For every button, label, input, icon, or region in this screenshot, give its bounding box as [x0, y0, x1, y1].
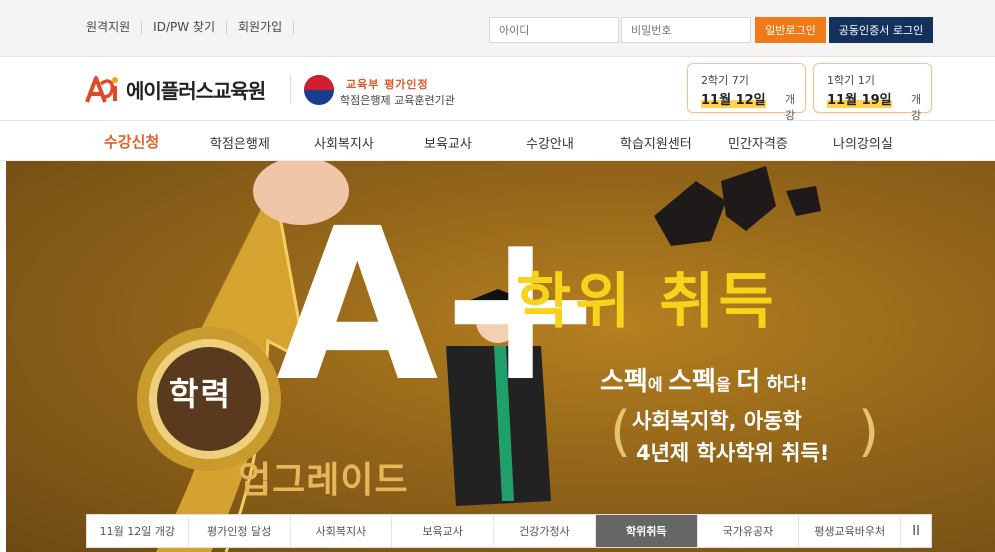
spec-word-3: 더 — [736, 367, 761, 397]
degree-line-1: 사회복지학, 아동학 — [632, 409, 802, 433]
remote-support-link[interactable]: 원격지원 — [86, 21, 143, 34]
flying-graduates — [654, 166, 821, 246]
logo-text: 에이플러스교육원 — [126, 78, 266, 103]
upgrade-text: 업그레이드 — [238, 460, 409, 501]
laurel-left-icon: ( — [610, 400, 632, 463]
semester-date: 11월 19일 — [827, 89, 892, 108]
spec-particle-2: 을 — [715, 375, 737, 394]
nav-item-private-cert[interactable]: 민간자격증 — [728, 133, 788, 152]
banner-tab-opening[interactable]: 11월 12일 개강 — [87, 515, 189, 547]
hero-banner[interactable]: A+ 학위 취득 스펙에 스펙을 더 하다! ( ) 사회복지학, 아동학 4년… — [6, 161, 995, 552]
signup-link[interactable]: 회원가입 — [227, 21, 295, 34]
semester-card-1[interactable]: 2학기 7기 11월 12일 개강 — [687, 63, 806, 122]
spec-particle-1: 에 — [647, 375, 669, 394]
nav-item-learning-support[interactable]: 학습지원센터 — [620, 133, 692, 152]
nav-item-my-classroom[interactable]: 나의강의실 — [833, 133, 893, 152]
pause-icon[interactable]: II — [901, 515, 931, 547]
top-utility-bar: 원격지원 ID/PW 찾기 회원가입 일반로그인 공동인증서 로그인 — [0, 0, 995, 57]
nav-item-childcare-teacher[interactable]: 보육교사 — [424, 133, 472, 152]
find-id-pw-link[interactable]: ID/PW 찾기 — [142, 21, 227, 34]
banner-spec-line: 스펙에 스펙을 더 하다! — [600, 361, 808, 398]
banner-tab-accreditation[interactable]: 평가인정 달성 — [189, 515, 291, 547]
degree-line-2: 4년제 학사학위 취득! — [636, 441, 830, 465]
gov-accreditation-subtitle: 학점은행제 교육훈련기관 — [340, 94, 455, 107]
banner-tab-veterans[interactable]: 국가유공자 — [698, 515, 800, 547]
utility-links: 원격지원 ID/PW 찾기 회원가입 — [86, 21, 295, 34]
site-logo[interactable]: 에이플러스교육원 — [84, 74, 266, 104]
semester-label: 1학기 1기 — [827, 74, 875, 87]
spec-word-1: 스펙 — [600, 367, 648, 397]
logo-icon — [85, 76, 118, 103]
site-header: 에이플러스교육원 교육부 평가인정 학점은행제 교육훈련기관 2학기 7기 11… — [0, 57, 995, 122]
nav-item-course-apply[interactable]: 수강신청 — [104, 131, 159, 152]
nav-item-course-guide[interactable]: 수강안내 — [526, 133, 574, 152]
banner-tab-voucher[interactable]: 평생교육바우처 — [799, 515, 902, 547]
spec-particle-3: 하다! — [760, 374, 808, 395]
cert-login-button[interactable]: 공동인증서 로그인 — [829, 17, 933, 43]
semester-date: 11월 12일 — [701, 89, 766, 108]
banner-tab-degree[interactable]: 학위취득 — [595, 515, 698, 547]
banner-tab-bar: 11월 12일 개강 평가인정 달성 사회복지사 보육교사 건강가정사 학위취득… — [86, 514, 932, 548]
semester-label: 2학기 7기 — [701, 74, 749, 87]
banner-tab-family-health[interactable]: 건강가정사 — [494, 515, 596, 547]
banner-tab-social-worker[interactable]: 사회복지사 — [291, 515, 393, 547]
id-input[interactable] — [489, 17, 619, 43]
semester-card-2[interactable]: 1학기 1기 11월 19일 개강 — [813, 63, 932, 122]
spec-word-2: 스펙 — [668, 367, 716, 397]
badge-text: 학력 — [169, 375, 232, 413]
nav-item-credit-bank[interactable]: 학점은행제 — [210, 133, 270, 152]
password-input[interactable] — [621, 17, 751, 43]
login-button[interactable]: 일반로그인 — [755, 17, 826, 43]
gov-accreditation-title: 교육부 평가인정 — [346, 78, 429, 91]
government-emblem-icon — [304, 75, 334, 105]
laurel-right-icon: ) — [858, 400, 880, 463]
semester-suffix: 개강 — [911, 93, 922, 122]
divider — [290, 74, 291, 104]
nav-item-social-worker[interactable]: 사회복지사 — [314, 133, 374, 152]
banner-tab-childcare[interactable]: 보육교사 — [392, 515, 495, 547]
semester-suffix: 개강 — [785, 93, 796, 122]
banner-headline: 학위 취득 — [516, 267, 778, 337]
main-nav: 수강신청 학점은행제 사회복지사 보육교사 수강안내 학습지원센터 민간자격증 … — [0, 121, 995, 161]
